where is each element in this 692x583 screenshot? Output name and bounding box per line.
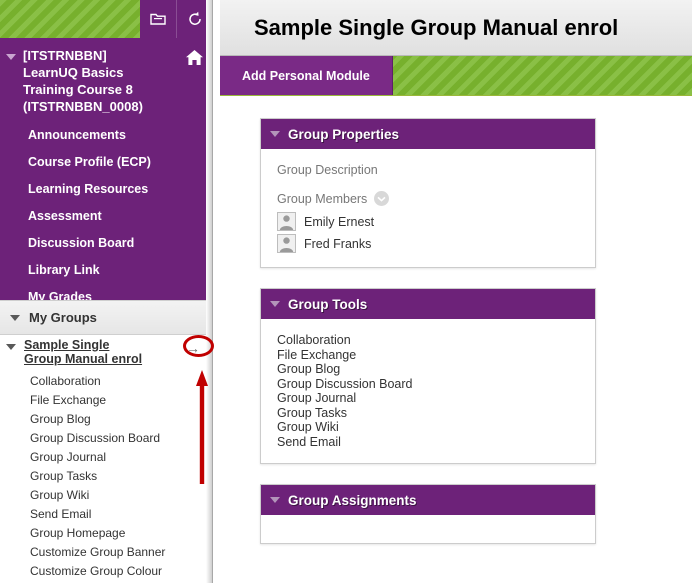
list-item[interactable]: Emily Ernest [277, 212, 581, 231]
panel-title: Group Assignments [288, 492, 417, 508]
list-item[interactable]: Fred Franks [277, 234, 581, 253]
group-tool-file-exchange[interactable]: File Exchange [277, 348, 581, 363]
group-item-group-journal[interactable]: Group Journal [0, 448, 212, 467]
content-area: Group Properties Group Description Group… [220, 96, 692, 544]
sidebar-banner-green-stripe [0, 0, 140, 38]
group-members-row: Group Members [277, 191, 581, 206]
chevron-down-icon [270, 301, 280, 307]
group-item-group-homepage[interactable]: Group Homepage [0, 524, 212, 543]
panel-title: Group Tools [288, 296, 368, 312]
group-link-list: Collaboration File Exchange Group Blog G… [0, 372, 212, 581]
chevron-down-icon [6, 54, 16, 60]
avatar [277, 234, 296, 253]
group-tools-body: Collaboration File Exchange Group Blog G… [261, 319, 595, 463]
group-properties-header[interactable]: Group Properties [261, 119, 595, 149]
module-bar-green-stripe [392, 56, 692, 95]
group-tool-group-journal[interactable]: Group Journal [277, 391, 581, 406]
sidebar-link-list: Announcements Course Profile (ECP) Learn… [0, 122, 212, 311]
application-window: [ITSTRNBBN] LearnUQ Basics Training Cour… [0, 0, 692, 583]
group-tool-collaboration[interactable]: Collaboration [277, 333, 581, 348]
group-properties-body: Group Description Group Members Emily Er… [261, 149, 595, 267]
sidebar-item-library-link[interactable]: Library Link [0, 257, 212, 284]
group-assignments-header[interactable]: Group Assignments [261, 485, 595, 515]
chevron-down-icon[interactable] [374, 191, 390, 206]
group-tools-panel: Group Tools Collaboration File Exchange … [260, 288, 596, 464]
group-item-group-wiki[interactable]: Group Wiki [0, 486, 212, 505]
sidebar-item-learning-resources[interactable]: Learning Resources [0, 176, 212, 203]
group-assignments-panel: Group Assignments [260, 484, 596, 544]
page-title: Sample Single Group Manual enrol [254, 14, 619, 40]
group-assignments-body [261, 515, 595, 543]
sidebar-item-course-profile[interactable]: Course Profile (ECP) [0, 149, 212, 176]
group-item-file-exchange[interactable]: File Exchange [0, 391, 212, 410]
group-tool-group-wiki[interactable]: Group Wiki [277, 420, 581, 435]
group-item-send-email[interactable]: Send Email [0, 505, 212, 524]
sidebar-item-discussion-board[interactable]: Discussion Board [0, 230, 212, 257]
sidebar-resize-handle[interactable] [206, 0, 213, 583]
avatar [277, 212, 296, 231]
chevron-down-icon [10, 314, 20, 321]
group-title-row[interactable]: Sample Single Group Manual enrol → [0, 336, 212, 366]
group-members-label: Group Members [277, 191, 368, 206]
chevron-down-icon [6, 344, 16, 350]
group-item-customize-group-banner[interactable]: Customize Group Banner [0, 543, 212, 562]
add-personal-module-button[interactable]: Add Personal Module [220, 56, 393, 95]
group-tool-send-email[interactable]: Send Email [277, 435, 581, 450]
sidebar-item-assessment[interactable]: Assessment [0, 203, 212, 230]
group-item-group-tasks[interactable]: Group Tasks [0, 467, 212, 486]
group-section: Sample Single Group Manual enrol → Colla… [0, 336, 212, 581]
group-item-customize-group-colour[interactable]: Customize Group Colour [0, 562, 212, 581]
my-groups-label: My Groups [29, 310, 97, 325]
member-name: Fred Franks [304, 236, 372, 251]
course-sidebar: [ITSTRNBBN] LearnUQ Basics Training Cour… [0, 0, 213, 583]
arrow-right-icon[interactable]: → [186, 341, 200, 355]
chevron-down-icon [270, 131, 280, 137]
group-tools-header[interactable]: Group Tools [261, 289, 595, 319]
group-item-collaboration[interactable]: Collaboration [0, 372, 212, 391]
group-item-group-discussion-board[interactable]: Group Discussion Board [0, 429, 212, 448]
group-tool-group-blog[interactable]: Group Blog [277, 362, 581, 377]
module-toolbar: Add Personal Module [220, 56, 692, 96]
sidebar-banner [0, 0, 212, 38]
sidebar-item-announcements[interactable]: Announcements [0, 122, 212, 149]
folder-collapse-icon[interactable] [140, 0, 176, 38]
group-name-link[interactable]: Sample Single Group Manual enrol [24, 338, 149, 366]
group-item-group-blog[interactable]: Group Blog [0, 410, 212, 429]
sidebar-navigation: [ITSTRNBBN] LearnUQ Basics Training Cour… [0, 38, 212, 304]
page-header: Sample Single Group Manual enrol [220, 0, 692, 56]
home-icon[interactable] [185, 49, 204, 71]
group-tools-list: Collaboration File Exchange Group Blog G… [277, 333, 581, 449]
chevron-down-icon [270, 497, 280, 503]
group-tool-group-tasks[interactable]: Group Tasks [277, 406, 581, 421]
main-content: Sample Single Group Manual enrol Add Per… [220, 0, 692, 583]
group-description-label: Group Description [277, 163, 378, 177]
member-name: Emily Ernest [304, 214, 375, 229]
course-title-row[interactable]: [ITSTRNBBN] LearnUQ Basics Training Cour… [0, 47, 212, 115]
group-properties-panel: Group Properties Group Description Group… [260, 118, 596, 268]
my-groups-section-header[interactable]: My Groups [0, 300, 212, 335]
panel-title: Group Properties [288, 126, 400, 142]
course-title: [ITSTRNBBN] LearnUQ Basics Training Cour… [23, 48, 143, 114]
group-tool-group-discussion-board[interactable]: Group Discussion Board [277, 377, 581, 392]
